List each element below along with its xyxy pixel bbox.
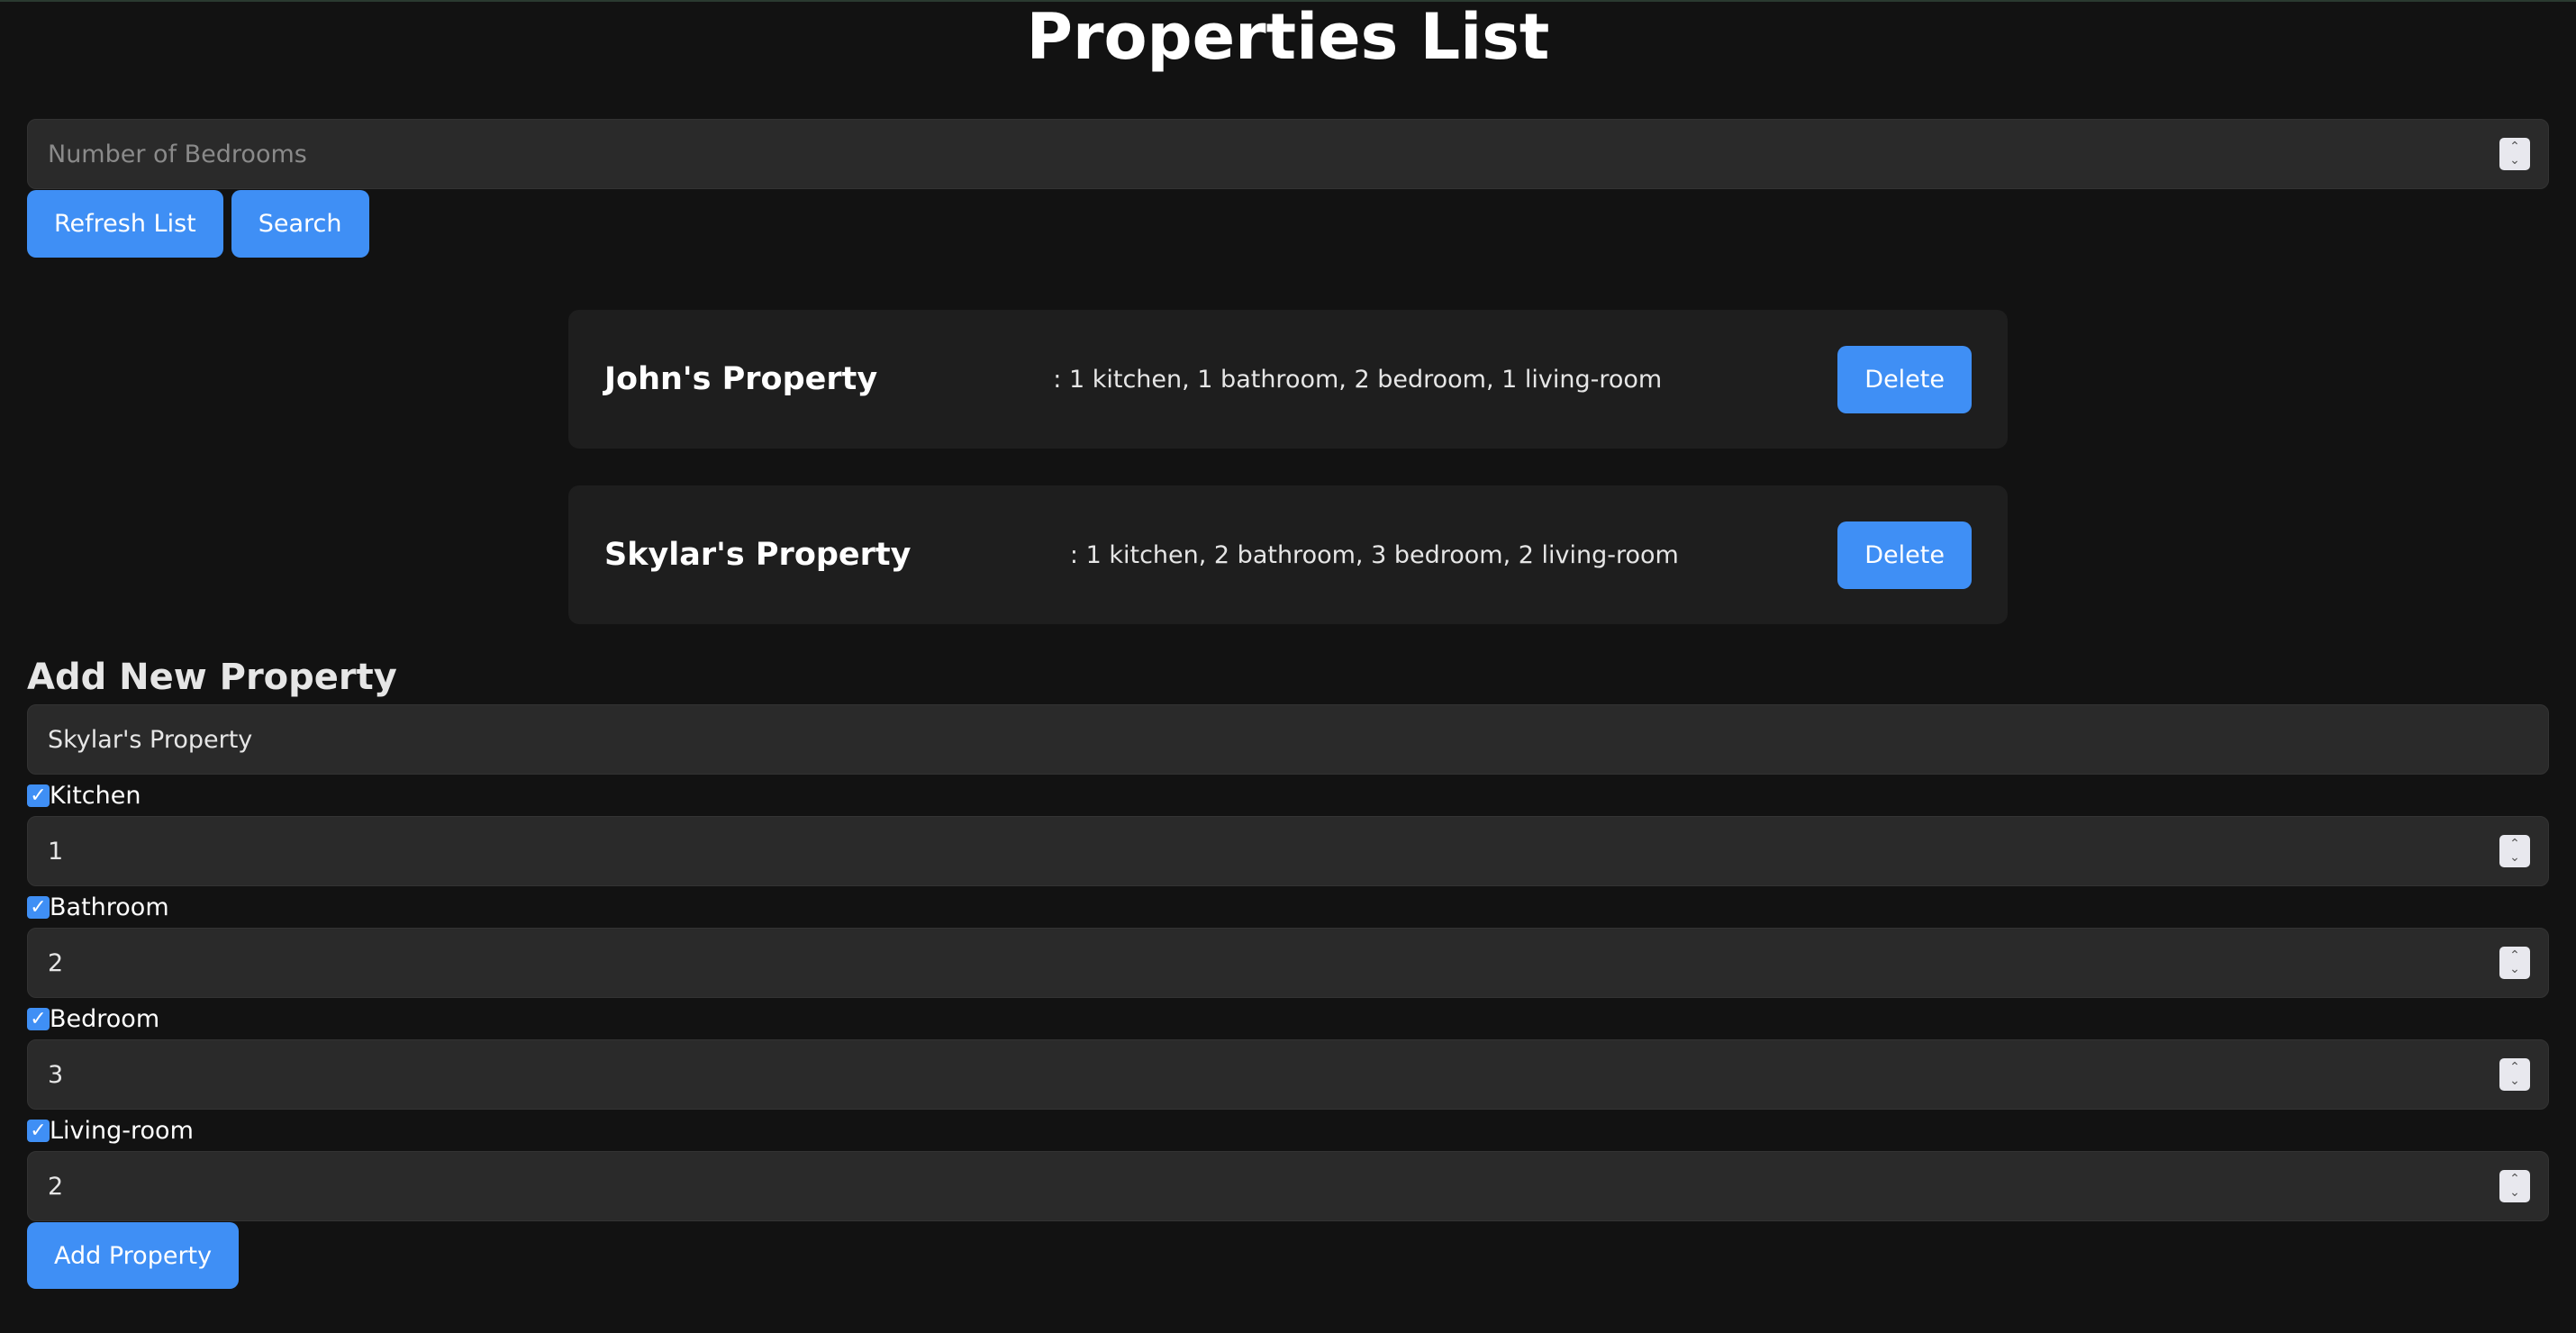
- property-card: Skylar's Property : 1 kitchen, 2 bathroo…: [568, 485, 2008, 624]
- checkbox-checked-icon[interactable]: ✓: [27, 1007, 50, 1030]
- add-property-button[interactable]: Add Property: [27, 1222, 240, 1289]
- bedroom-checkbox-row[interactable]: ✓ Bedroom: [27, 998, 2549, 1039]
- property-card: John's Property : 1 kitchen, 1 bathroom,…: [568, 310, 2008, 449]
- property-name-value: Skylar's Property: [48, 725, 253, 754]
- number-stepper-icon[interactable]: ⌃ ⌄: [2499, 835, 2530, 867]
- number-stepper-icon[interactable]: ⌃ ⌄: [2499, 138, 2530, 170]
- property-list: John's Property : 1 kitchen, 1 bathroom,…: [568, 310, 2008, 624]
- bedrooms-search-placeholder: Number of Bedrooms: [48, 140, 307, 168]
- page-title: Properties List: [1026, 0, 1550, 74]
- refresh-list-button[interactable]: Refresh List: [27, 190, 223, 258]
- kitchen-label: Kitchen: [50, 781, 141, 810]
- living-room-count-input[interactable]: 2 ⌃ ⌄: [27, 1151, 2549, 1221]
- bathroom-count-input[interactable]: 2 ⌃ ⌄: [27, 928, 2549, 998]
- kitchen-count-value: 1: [48, 837, 64, 866]
- bathroom-checkbox-row[interactable]: ✓ Bathroom: [27, 886, 2549, 928]
- add-property-heading: Add New Property: [27, 657, 397, 698]
- bedroom-count-input[interactable]: 3 ⌃ ⌄: [27, 1039, 2549, 1110]
- number-stepper-icon[interactable]: ⌃ ⌄: [2499, 947, 2530, 979]
- property-name: John's Property: [604, 361, 878, 397]
- delete-button[interactable]: Delete: [1837, 521, 1972, 589]
- checkbox-checked-icon[interactable]: ✓: [27, 784, 50, 807]
- checkbox-checked-icon[interactable]: ✓: [27, 1119, 50, 1142]
- bedroom-label: Bedroom: [50, 1004, 160, 1033]
- living-room-checkbox-row[interactable]: ✓ Living-room: [27, 1110, 2549, 1151]
- living-room-count-value: 2: [48, 1172, 64, 1201]
- delete-button[interactable]: Delete: [1837, 345, 1972, 413]
- property-name: Skylar's Property: [604, 537, 912, 573]
- bathroom-count-value: 2: [48, 948, 64, 977]
- checkbox-checked-icon[interactable]: ✓: [27, 895, 50, 919]
- bedrooms-search-input[interactable]: Number of Bedrooms ⌃ ⌄: [27, 119, 2549, 189]
- property-name-input[interactable]: Skylar's Property: [27, 704, 2549, 775]
- property-details: : 1 kitchen, 1 bathroom, 2 bedroom, 1 li…: [1053, 365, 1663, 394]
- property-details: : 1 kitchen, 2 bathroom, 3 bedroom, 2 li…: [1069, 540, 1679, 569]
- bedroom-count-value: 3: [48, 1060, 64, 1089]
- search-button[interactable]: Search: [231, 190, 369, 258]
- kitchen-count-input[interactable]: 1 ⌃ ⌄: [27, 816, 2549, 886]
- bathroom-label: Bathroom: [50, 893, 169, 921]
- living-room-label: Living-room: [50, 1116, 194, 1145]
- kitchen-checkbox-row[interactable]: ✓ Kitchen: [27, 775, 2549, 816]
- number-stepper-icon[interactable]: ⌃ ⌄: [2499, 1058, 2530, 1091]
- number-stepper-icon[interactable]: ⌃ ⌄: [2499, 1170, 2530, 1202]
